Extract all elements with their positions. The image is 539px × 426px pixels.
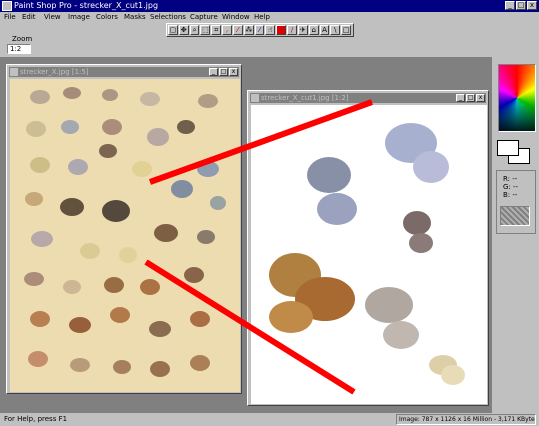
- minimize-button[interactable]: _: [209, 68, 218, 76]
- clone-tool-icon[interactable]: ⁂: [243, 25, 254, 35]
- menu-edit[interactable]: Edit: [22, 13, 36, 21]
- foreground-color-swatch[interactable]: [497, 140, 519, 156]
- flood-fill-tool-icon[interactable]: ⌂: [308, 25, 319, 35]
- window-title: strecker_X.jpg [1:5]: [20, 68, 89, 76]
- menu-selections[interactable]: Selections: [150, 13, 186, 21]
- retouch-tool-icon[interactable]: ☝: [265, 25, 276, 35]
- minimize-button[interactable]: _: [456, 94, 465, 102]
- minimize-button[interactable]: _: [505, 1, 515, 10]
- red-value: R: --: [503, 175, 518, 183]
- image-window-cut[interactable]: strecker_X_cut1.jpg [1:2] _ □ x: [247, 90, 489, 406]
- menu-file[interactable]: File: [4, 13, 16, 21]
- maximize-button[interactable]: □: [516, 1, 526, 10]
- window-caption[interactable]: strecker_X.jpg [1:5] _ □ x: [9, 67, 239, 77]
- menu-colors[interactable]: Colors: [96, 13, 118, 21]
- dropper-tool-icon[interactable]: ⸝: [222, 25, 232, 35]
- status-bar: For Help, press F1 Image: 787 x 1126 x 1…: [0, 413, 539, 426]
- eraser-tool-icon[interactable]: [276, 25, 287, 35]
- line-tool-icon[interactable]: \: [330, 25, 341, 35]
- close-button[interactable]: x: [229, 68, 238, 76]
- butterfly-cut-image[interactable]: [251, 105, 487, 404]
- menu-bar: File Edit View Image Colors Masks Select…: [0, 12, 539, 23]
- maximize-button[interactable]: □: [219, 68, 228, 76]
- image-window-full[interactable]: strecker_X.jpg [1:5] _ □ x: [6, 64, 242, 394]
- close-button[interactable]: x: [476, 94, 485, 102]
- window-caption[interactable]: strecker_X_cut1.jpg [1:2] _ □ x: [250, 93, 486, 103]
- zoom-panel: Zoom 1:2: [4, 35, 40, 57]
- tool-palette: ▢ ✥ ⌕ ⬚ ⌗ ⸝ ⁄ ⁂ ⁄ ☝ / ✈ ⌂ A \ □: [166, 23, 354, 37]
- document-icon: [10, 68, 18, 76]
- zoom-select[interactable]: 1:2: [7, 44, 31, 54]
- deformation-tool-icon[interactable]: ⬚: [200, 25, 211, 35]
- menu-view[interactable]: View: [44, 13, 61, 21]
- maximize-button[interactable]: □: [466, 94, 475, 102]
- app-titlebar: Paint Shop Pro - strecker_X_cut1.jpg _ □…: [0, 0, 539, 12]
- blue-value: B: --: [503, 191, 518, 199]
- menu-help[interactable]: Help: [254, 13, 270, 21]
- green-value: G: --: [503, 183, 519, 191]
- window-title: strecker_X_cut1.jpg [1:2]: [261, 94, 349, 102]
- move-tool-icon[interactable]: ✥: [178, 25, 189, 35]
- select-tool-icon[interactable]: ▢: [168, 25, 178, 35]
- document-icon: [251, 94, 259, 102]
- app-caption-buttons: _ □ x: [504, 1, 537, 10]
- crop-tool-icon[interactable]: ⌗: [211, 25, 222, 35]
- menu-image[interactable]: Image: [68, 13, 90, 21]
- menu-window[interactable]: Window: [222, 13, 250, 21]
- butterfly-plate-image[interactable]: [10, 79, 240, 392]
- butterfly-cut-illustration: [269, 123, 465, 385]
- airbrush-tool-icon[interactable]: ✈: [297, 25, 308, 35]
- text-tool-icon[interactable]: A: [319, 25, 330, 35]
- menu-masks[interactable]: Masks: [124, 13, 146, 21]
- picture-tube-tool-icon[interactable]: /: [287, 25, 297, 35]
- window-caption-buttons: _ □ x: [208, 68, 238, 76]
- color-spectrum[interactable]: [498, 64, 536, 132]
- zoom-tool-icon[interactable]: ⌕: [189, 25, 200, 35]
- app-title: Paint Shop Pro - strecker_X_cut1.jpg: [14, 1, 159, 10]
- zoom-label: Zoom: [12, 35, 33, 43]
- status-help-text: For Help, press F1: [4, 415, 68, 423]
- butterfly-plate-illustration: [24, 87, 226, 377]
- menu-capture[interactable]: Capture: [190, 13, 218, 21]
- pattern-swatch[interactable]: [500, 206, 530, 226]
- shape-tool-icon[interactable]: □: [341, 25, 352, 35]
- color-replacer-tool-icon[interactable]: ⁄: [254, 25, 265, 35]
- paintbrush-tool-icon[interactable]: ⁄: [232, 25, 243, 35]
- close-button[interactable]: x: [527, 1, 537, 10]
- window-caption-buttons: _ □ x: [455, 94, 485, 102]
- status-image-info: Image: 787 x 1126 x 16 Million - 3,171 K…: [396, 414, 536, 425]
- app-icon[interactable]: [2, 1, 12, 11]
- color-swatches: [496, 138, 534, 166]
